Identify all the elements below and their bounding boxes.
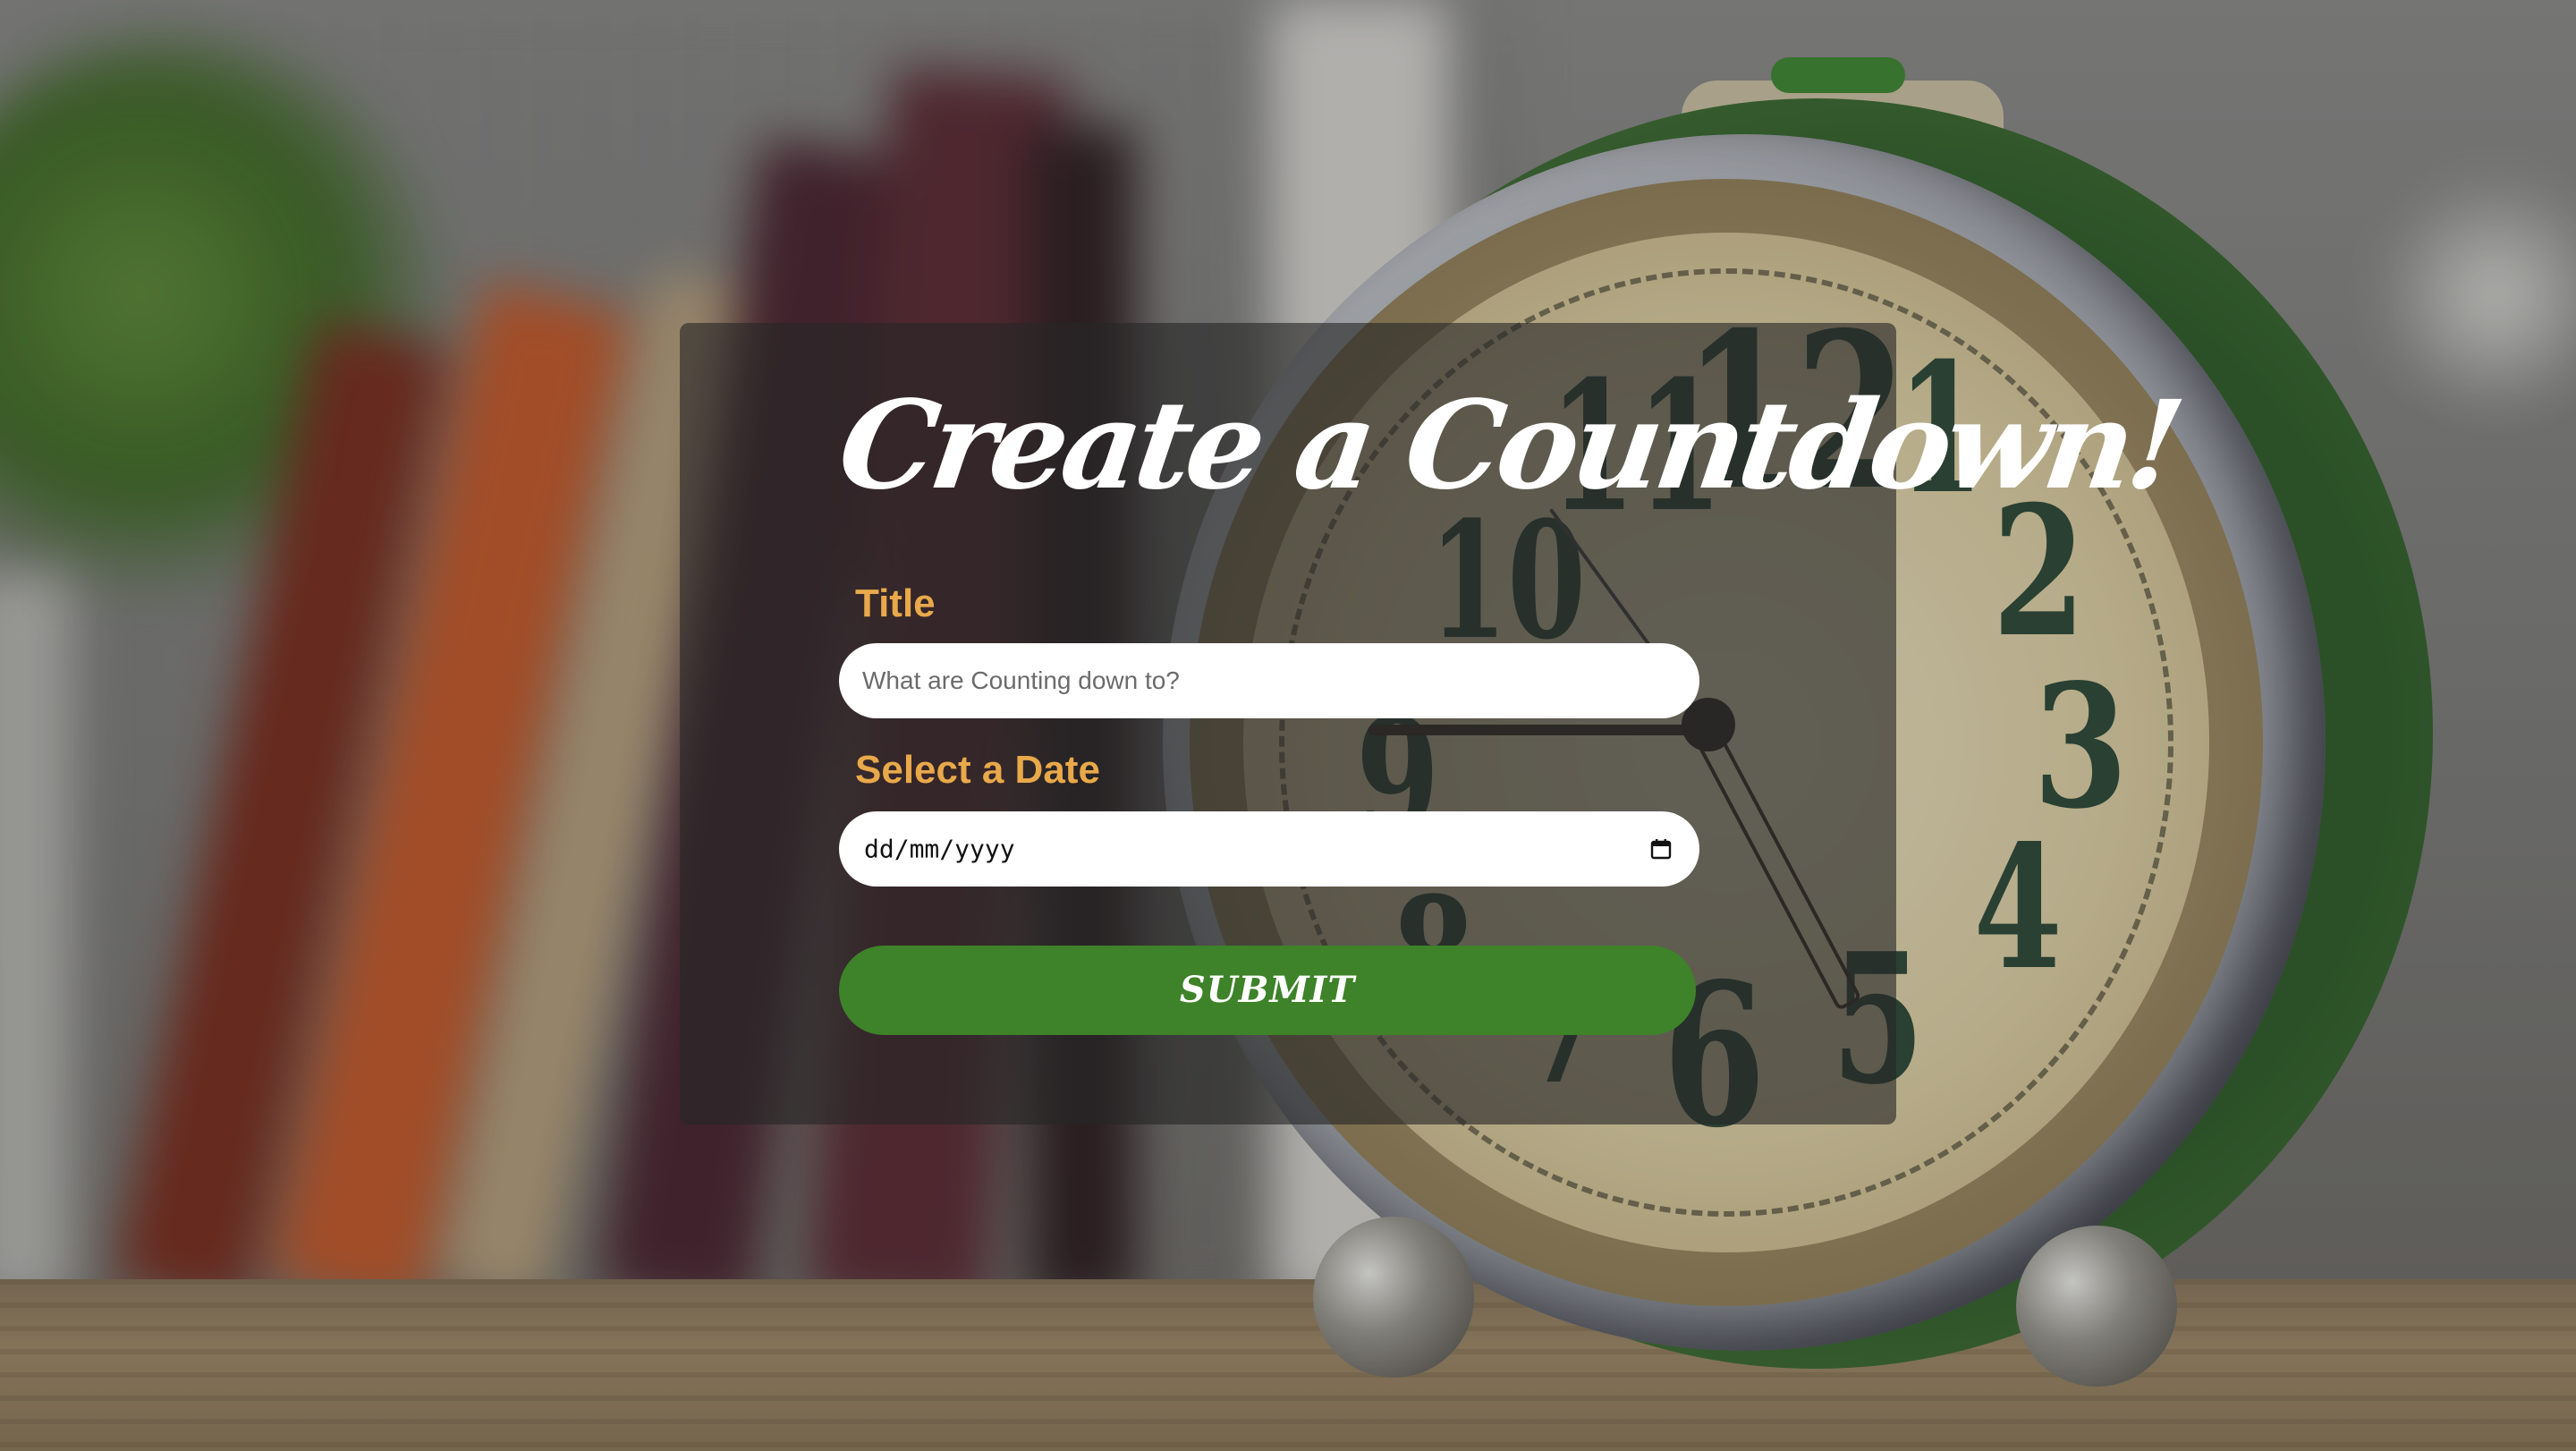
page-title: Create a Countdown! <box>830 374 2188 517</box>
countdown-form-card: Create a Countdown! Title What are Count… <box>680 323 2187 1124</box>
date-input-value: dd/mm/yyyy <box>864 834 1015 864</box>
calendar-icon[interactable] <box>1649 837 1673 861</box>
title-input-placeholder: What are Counting down to? <box>862 666 1180 694</box>
title-input[interactable]: What are Counting down to? <box>839 643 1699 718</box>
date-input[interactable]: dd/mm/yyyy <box>839 811 1699 887</box>
submit-button[interactable]: SUBMIT <box>839 946 1696 1035</box>
date-label: Select a Date <box>855 748 1100 792</box>
title-label: Title <box>855 581 936 625</box>
